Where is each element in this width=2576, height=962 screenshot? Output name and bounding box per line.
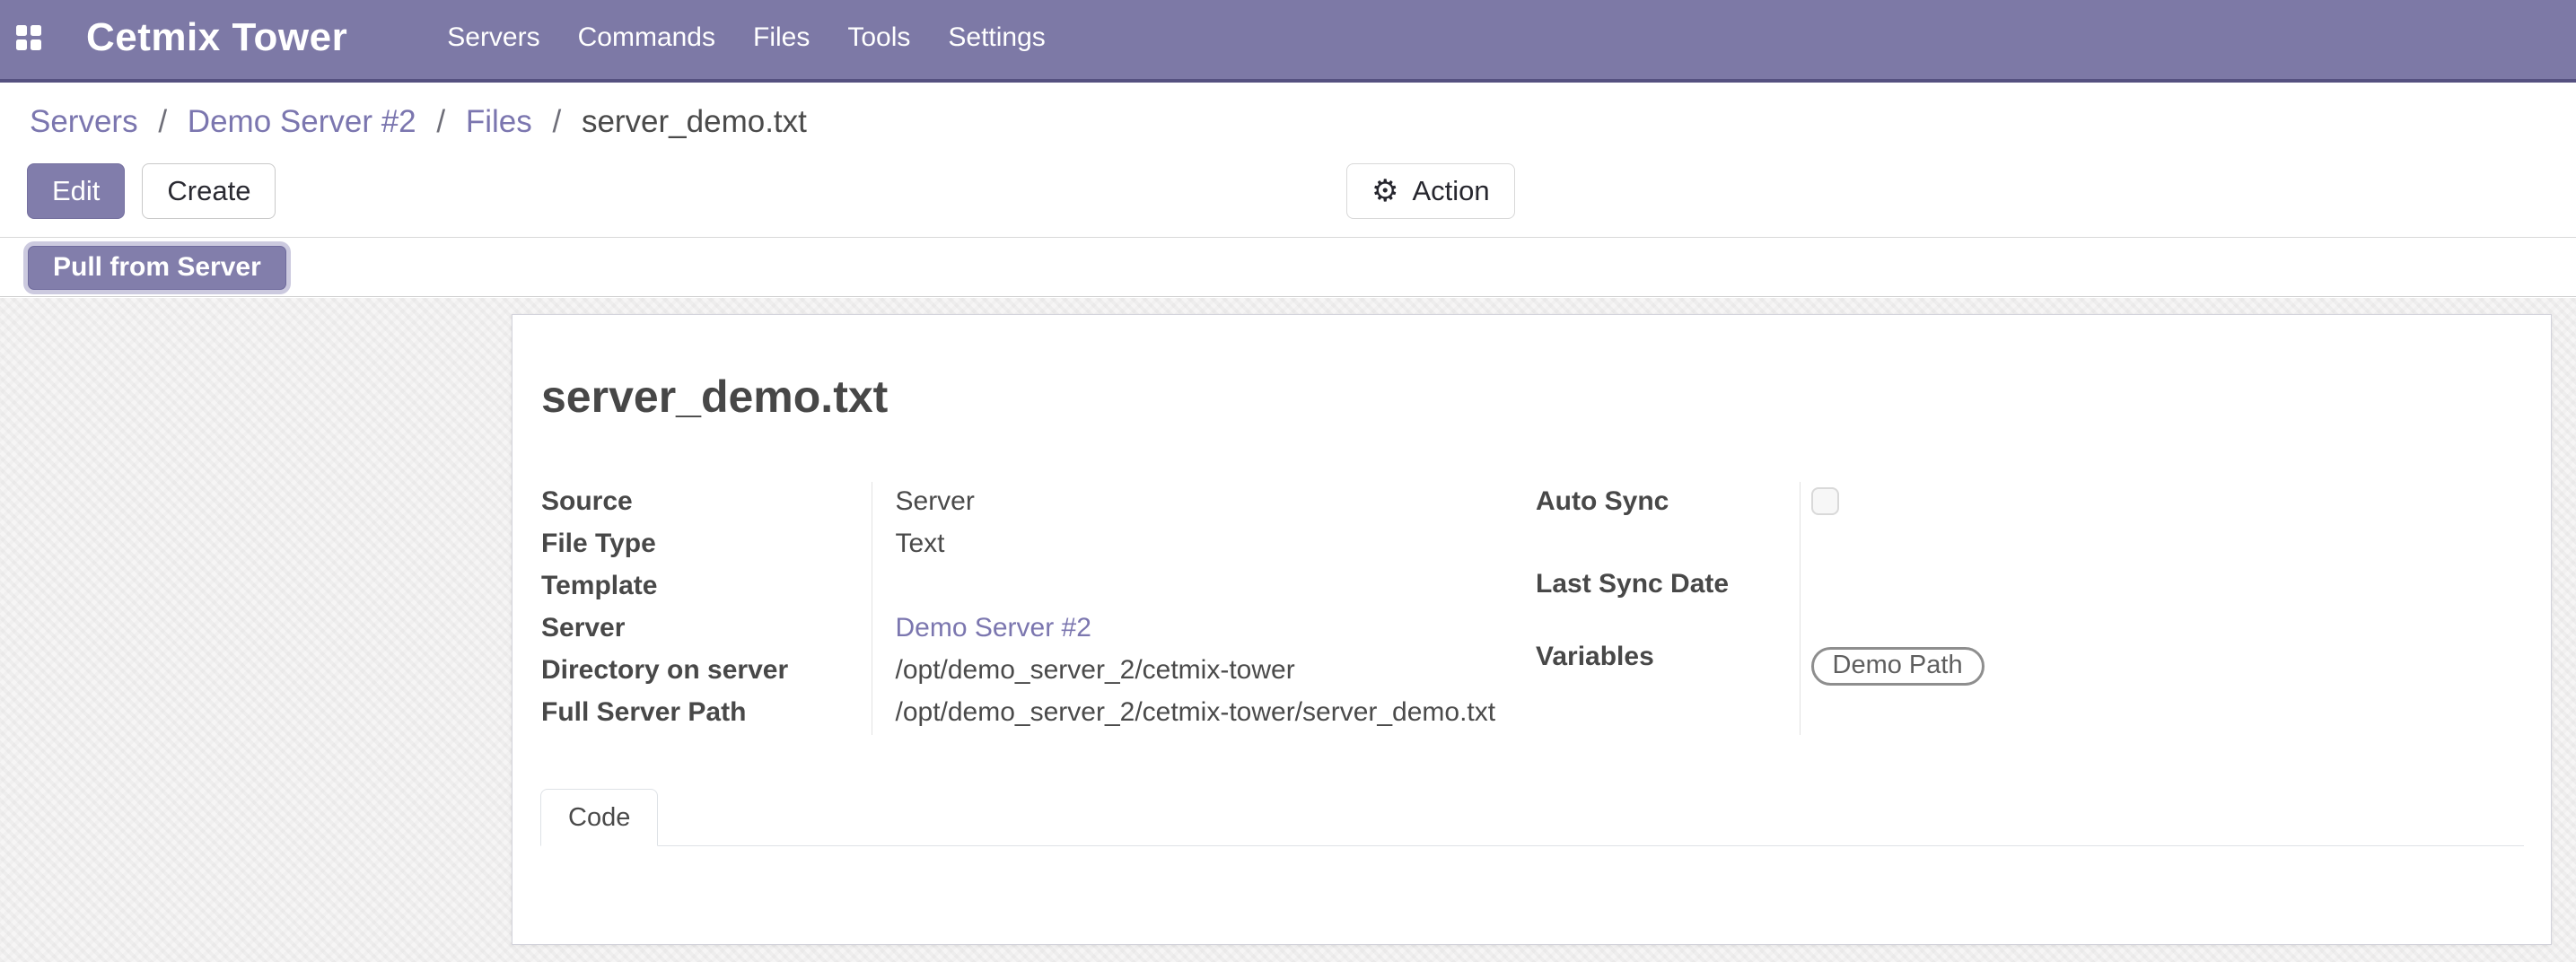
- breadcrumb-separator: /: [425, 104, 457, 139]
- navbar-item-settings[interactable]: Settings: [929, 0, 1064, 75]
- field-value-full-server-path: /opt/demo_server_2/cetmix-tower/server_d…: [872, 693, 1536, 735]
- field-label-full-server-path: Full Server Path: [541, 693, 872, 735]
- breadcrumb-link-servers[interactable]: Servers: [30, 104, 138, 139]
- form-sheet: server_demo.txt Source Server File Type …: [512, 314, 2552, 945]
- field-groups: Source Server File Type Text Template Se…: [541, 482, 2526, 735]
- breadcrumb-separator: /: [540, 104, 573, 139]
- field-label-template: Template: [541, 566, 872, 608]
- field-value-source: Server: [872, 482, 1536, 524]
- edit-button[interactable]: Edit: [27, 163, 125, 219]
- field-value-auto-sync: [1800, 482, 2526, 564]
- breadcrumb: Servers / Demo Server #2 / Files / serve…: [30, 104, 807, 140]
- gear-icon: ⚙: [1371, 176, 1398, 206]
- field-label-source: Source: [541, 482, 872, 524]
- navbar-item-files[interactable]: Files: [734, 0, 828, 75]
- field-row-file-type: File Type Text: [541, 524, 1536, 566]
- top-navbar: Cetmix Tower Servers Commands Files Tool…: [0, 0, 2576, 83]
- notebook: Code: [540, 789, 2524, 846]
- apps-grid-square: [31, 25, 41, 36]
- field-label-file-type: File Type: [541, 524, 872, 566]
- top-menu: Servers Commands Files Tools Settings: [428, 0, 1065, 75]
- apps-grid-square: [31, 39, 41, 50]
- field-value-template: [872, 566, 1536, 608]
- field-label-directory-on-server: Directory on server: [541, 651, 872, 693]
- navbar-item-servers[interactable]: Servers: [428, 0, 558, 75]
- action-button[interactable]: ⚙ Action: [1346, 163, 1515, 219]
- auto-sync-checkbox: [1811, 487, 1839, 515]
- apps-grid-square: [16, 25, 27, 36]
- field-value-file-type: Text: [872, 524, 1536, 566]
- breadcrumb-current: server_demo.txt: [582, 104, 807, 139]
- field-row-server: Server Demo Server #2: [541, 608, 1536, 651]
- notebook-tabs: Code: [540, 789, 2524, 846]
- breadcrumb-separator: /: [146, 104, 179, 139]
- field-value-server-link[interactable]: Demo Server #2: [872, 608, 1536, 651]
- field-label-last-sync-date: Last Sync Date: [1536, 564, 1800, 637]
- statusbar: Pull from Server: [0, 239, 2576, 297]
- control-panel: Servers / Demo Server #2 / Files / serve…: [0, 86, 2576, 238]
- field-row-variables: Variables Demo Path: [1536, 637, 2526, 735]
- variable-tag-demo-path: Demo Path: [1811, 647, 1985, 686]
- app-brand[interactable]: Cetmix Tower: [86, 15, 347, 60]
- field-value-directory-on-server: /opt/demo_server_2/cetmix-tower: [872, 651, 1536, 693]
- action-button-label: Action: [1412, 175, 1489, 207]
- field-row-full-server-path: Full Server Path /opt/demo_server_2/cetm…: [541, 693, 1536, 735]
- field-row-template: Template: [541, 566, 1536, 608]
- field-row-directory-on-server: Directory on server /opt/demo_server_2/c…: [541, 651, 1536, 693]
- field-label-auto-sync: Auto Sync: [1536, 482, 1800, 564]
- tab-code[interactable]: Code: [540, 789, 658, 846]
- apps-grid-icon[interactable]: [16, 25, 43, 50]
- form-background: server_demo.txt Source Server File Type …: [0, 298, 2576, 962]
- field-row-source: Source Server: [541, 482, 1536, 524]
- create-button[interactable]: Create: [142, 163, 276, 219]
- navbar-item-commands[interactable]: Commands: [559, 0, 734, 75]
- field-group-left: Source Server File Type Text Template Se…: [541, 482, 1536, 735]
- app-window: Cetmix Tower Servers Commands Files Tool…: [0, 0, 2576, 962]
- field-row-last-sync-date: Last Sync Date: [1536, 564, 2526, 637]
- apps-grid-square: [16, 39, 27, 50]
- field-group-right: Auto Sync Last Sync Date Variables Demo …: [1536, 482, 2526, 735]
- field-value-last-sync-date: [1800, 564, 2526, 637]
- field-label-server: Server: [541, 608, 872, 651]
- field-row-auto-sync: Auto Sync: [1536, 482, 2526, 564]
- pull-from-server-button[interactable]: Pull from Server: [28, 246, 286, 290]
- breadcrumb-link-demo-server-2[interactable]: Demo Server #2: [188, 104, 416, 139]
- field-label-variables: Variables: [1536, 637, 1800, 735]
- control-panel-buttons: Edit Create: [27, 163, 276, 219]
- breadcrumb-link-files[interactable]: Files: [466, 104, 532, 139]
- field-value-variables: Demo Path: [1800, 637, 2526, 735]
- page-title: server_demo.txt: [541, 371, 888, 423]
- navbar-item-tools[interactable]: Tools: [828, 0, 929, 75]
